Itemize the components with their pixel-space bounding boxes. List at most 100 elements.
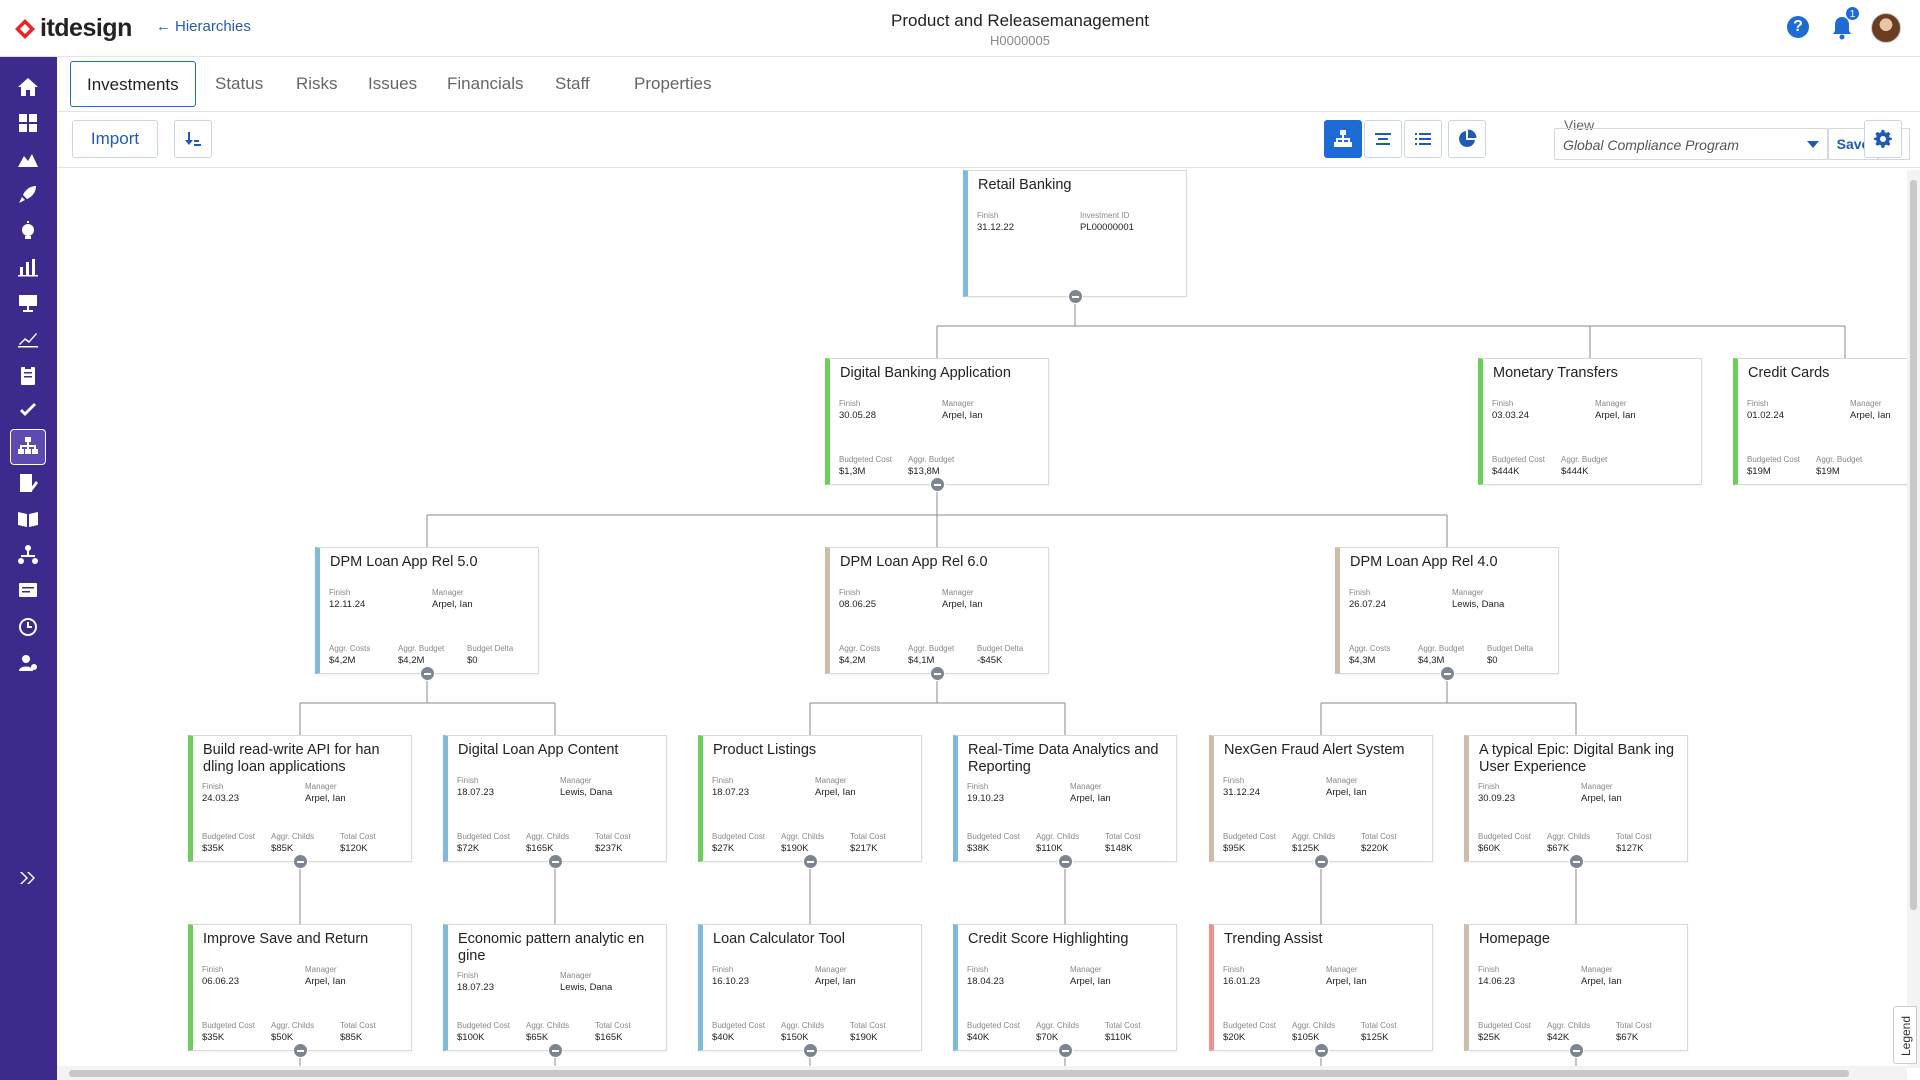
horizontal-scroll-thumb[interactable] bbox=[69, 1070, 1849, 1077]
investment-node-dpm-loan-app-rel-5-0[interactable]: DPM Loan App Rel 5.0 Finish 12.11.24 Manage… bbox=[315, 547, 539, 674]
brand-logo[interactable]: itdesign bbox=[14, 14, 132, 43]
import-button[interactable]: Import bbox=[72, 120, 158, 158]
expand-node-button[interactable] bbox=[293, 1043, 308, 1058]
collapse-node-button[interactable] bbox=[548, 854, 563, 869]
investment-node-dpm-loan-app-rel-6-0[interactable]: DPM Loan App Rel 6.0 Finish 08.06.25 Manage… bbox=[825, 547, 1049, 674]
expand-node-button[interactable] bbox=[548, 1043, 563, 1058]
hierarchy-view-button[interactable] bbox=[1324, 120, 1362, 158]
investment-node-digital-loan-app-content[interactable]: Digital Loan App Content Finish 18.07.23 Ma… bbox=[443, 735, 667, 862]
sidebar-item-clipboard[interactable] bbox=[10, 357, 46, 393]
investment-node-monetary-transfers[interactable]: Monetary Transfers Finish 03.03.24 Manager A… bbox=[1478, 358, 1702, 485]
investment-node-digital-banking-application[interactable]: Digital Banking Application Finish 30.05.2… bbox=[825, 358, 1049, 485]
sidebar-item-line-chart[interactable] bbox=[10, 321, 46, 357]
investment-node-loan-calculator-tool[interactable]: Loan Calculator Tool Finish 16.10.23 Manage… bbox=[698, 924, 922, 1051]
investment-node-trending-assist[interactable]: Trending Assist Finish 16.01.23 Manager Arpe… bbox=[1209, 924, 1433, 1051]
node-title: Build read-write API for han dling loan … bbox=[203, 742, 380, 775]
collapse-node-button[interactable] bbox=[1314, 854, 1329, 869]
sidebar-item-settings-user[interactable] bbox=[10, 645, 46, 681]
collapse-node-button[interactable] bbox=[1569, 854, 1584, 869]
collapse-node-button[interactable] bbox=[930, 477, 945, 492]
tab-status[interactable]: Status bbox=[199, 61, 279, 107]
legend-toggle[interactable]: Legend bbox=[1893, 1006, 1917, 1064]
investment-node-credit-cards[interactable]: Credit Cards Finish 01.02.24 Manager Arpel, … bbox=[1733, 358, 1907, 485]
investment-node-build-read-write-api-for-han-dling-loan-[interactable]: Build read-write API for han dling loan … bbox=[188, 735, 412, 862]
horizontal-scrollbar[interactable] bbox=[57, 1066, 1907, 1080]
sidebar-item-form[interactable] bbox=[10, 573, 46, 609]
collapse-node-button[interactable] bbox=[930, 666, 945, 681]
sidebar-item-idea[interactable] bbox=[10, 213, 46, 249]
gantt-view-button[interactable] bbox=[1364, 120, 1402, 158]
sidebar-item-home[interactable] bbox=[10, 69, 46, 105]
tab-investments[interactable]: Investments bbox=[70, 61, 196, 107]
sidebar-item-hierarchy[interactable] bbox=[10, 429, 46, 465]
metric-label: Budgeted Cost bbox=[1478, 1021, 1531, 1030]
field-label: Manager bbox=[1452, 588, 1484, 597]
field-label: Manager bbox=[1581, 965, 1613, 974]
user-avatar[interactable] bbox=[1871, 13, 1901, 43]
metric-label: Budgeted Cost bbox=[1223, 832, 1276, 841]
view-select[interactable]: Global Compliance Program bbox=[1554, 128, 1828, 160]
expand-node-button[interactable] bbox=[1569, 1043, 1584, 1058]
sidebar-item-clock[interactable] bbox=[10, 609, 46, 645]
metric-label: Budgeted Cost bbox=[1747, 455, 1800, 464]
field-label: Finish bbox=[839, 588, 861, 597]
help-icon[interactable]: ? bbox=[1787, 16, 1809, 38]
rocket-icon bbox=[19, 186, 36, 203]
investment-node-product-listings[interactable]: Product Listings Finish 18.07.23 Manager Arp… bbox=[698, 735, 922, 862]
investment-node-economic-pattern-analytic-en-gine[interactable]: Economic pattern analytic en gine Finish 1… bbox=[443, 924, 667, 1051]
field-label: Finish bbox=[839, 399, 861, 408]
metric-value: $85K bbox=[271, 843, 294, 854]
sidebar-item-dashboard[interactable] bbox=[10, 105, 46, 141]
download-sort-button[interactable] bbox=[174, 120, 212, 158]
field-label: Manager bbox=[1326, 776, 1358, 785]
tab-financials[interactable]: Financials bbox=[431, 61, 540, 107]
investment-node-real-time-data-analytics-and-reporting[interactable]: Real-Time Data Analytics and Reporting Fi… bbox=[953, 735, 1177, 862]
investment-node-a-typical-epic-digital-bank-ing-user-exp[interactable]: A typical Epic: Digital Bank ing User Ex… bbox=[1464, 735, 1688, 862]
sidebar-item-rocket[interactable] bbox=[10, 177, 46, 213]
vertical-scroll-thumb[interactable] bbox=[1910, 180, 1917, 910]
sidebar-item-bar-chart[interactable] bbox=[10, 249, 46, 285]
sidebar-item-org-chart[interactable] bbox=[10, 537, 46, 573]
tab-staff[interactable]: Staff bbox=[539, 61, 606, 107]
expand-node-button[interactable] bbox=[1314, 1043, 1329, 1058]
list-view-button[interactable] bbox=[1404, 120, 1442, 158]
metric-value: $70K bbox=[1036, 1032, 1059, 1043]
field-label: Manager bbox=[942, 588, 974, 597]
investment-node-retail-banking[interactable]: Retail Banking Finish 31.12.22 Investment I… bbox=[963, 170, 1187, 297]
sidebar-item-landscape[interactable] bbox=[10, 141, 46, 177]
sidebar-item-expand[interactable] bbox=[10, 860, 46, 896]
metric-value: $40K bbox=[712, 1032, 735, 1043]
investment-node-dpm-loan-app-rel-4-0[interactable]: DPM Loan App Rel 4.0 Finish 26.07.24 Manage… bbox=[1335, 547, 1559, 674]
investment-node-homepage[interactable]: Homepage Finish 14.06.23 Manager Arpel, Ian B… bbox=[1464, 924, 1688, 1051]
collapse-node-button[interactable] bbox=[1068, 289, 1083, 304]
tab-issues[interactable]: Issues bbox=[352, 61, 433, 107]
chart-view-button[interactable] bbox=[1448, 120, 1486, 158]
tab-properties[interactable]: Properties bbox=[618, 61, 727, 107]
collapse-node-button[interactable] bbox=[803, 854, 818, 869]
settings-button[interactable] bbox=[1864, 120, 1902, 158]
expand-node-button[interactable] bbox=[803, 1043, 818, 1058]
field-value: 18.07.23 bbox=[457, 982, 494, 993]
metric-value: $444K bbox=[1561, 466, 1589, 477]
investment-node-credit-score-highlighting[interactable]: Credit Score Highlighting Finish 18.04.23 M… bbox=[953, 924, 1177, 1051]
collapse-node-button[interactable] bbox=[1058, 854, 1073, 869]
collapse-node-button[interactable] bbox=[293, 854, 308, 869]
investment-node-nexgen-fraud-alert-system[interactable]: NexGen Fraud Alert System Finish 31.12.24 M… bbox=[1209, 735, 1433, 862]
metric-value: $67K bbox=[1616, 1032, 1639, 1043]
field-label: Finish bbox=[712, 776, 734, 785]
sidebar-item-check[interactable] bbox=[10, 393, 46, 429]
hierarchy-canvas[interactable]: Retail Banking Finish 31.12.22 Investment I… bbox=[57, 168, 1907, 1068]
tab-risks[interactable]: Risks bbox=[280, 61, 354, 107]
sidebar-item-presentation[interactable] bbox=[10, 285, 46, 321]
investment-node-improve-save-and-return[interactable]: Improve Save and Return Finish 06.06.23 Man… bbox=[188, 924, 412, 1051]
sidebar-item-book[interactable] bbox=[10, 501, 46, 537]
expand-node-button[interactable] bbox=[1058, 1043, 1073, 1058]
collapse-node-button[interactable] bbox=[420, 666, 435, 681]
field-value: Arpel, Ian bbox=[1850, 410, 1891, 421]
field-value: Arpel, Ian bbox=[1595, 410, 1636, 421]
sidebar-item-report-edit[interactable] bbox=[10, 465, 46, 501]
vertical-scrollbar[interactable] bbox=[1907, 170, 1920, 1068]
hierarchy-icon bbox=[1334, 130, 1352, 147]
collapse-node-button[interactable] bbox=[1440, 666, 1455, 681]
back-to-hierarchies-link[interactable]: ← Hierarchies bbox=[156, 18, 251, 35]
